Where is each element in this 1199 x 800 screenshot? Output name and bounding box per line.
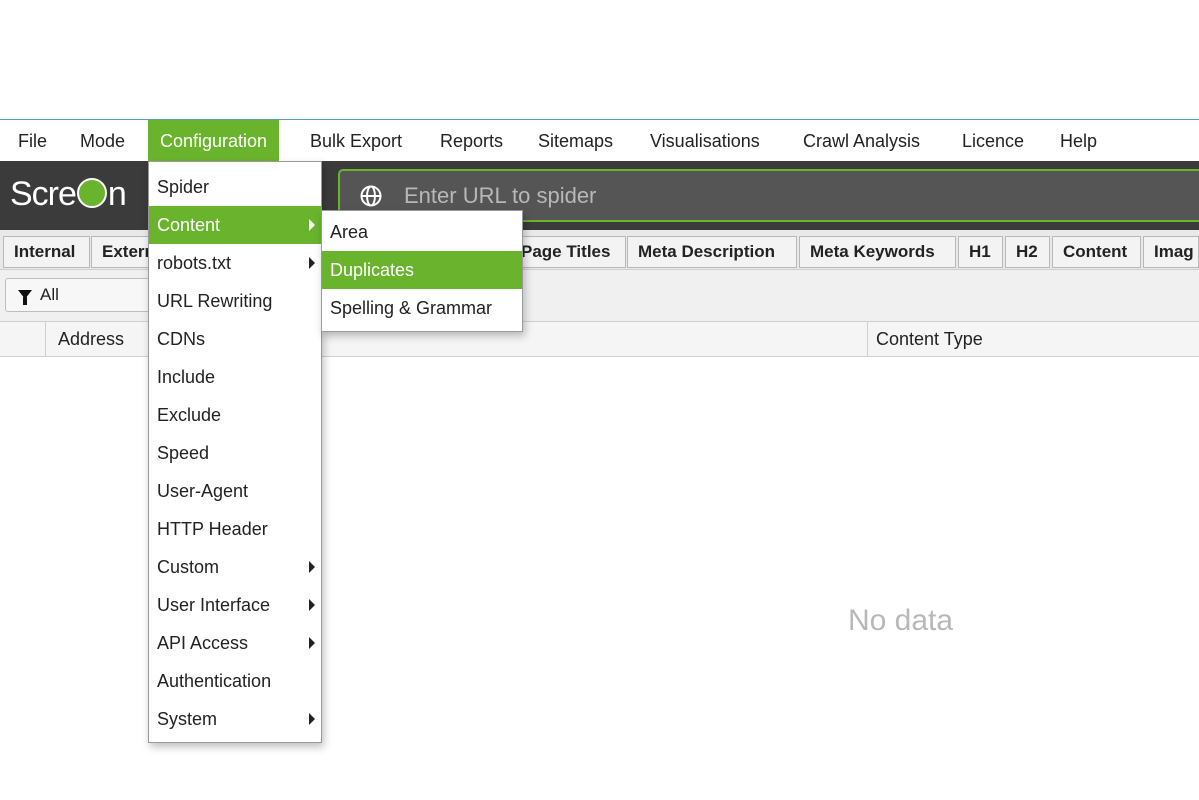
globe-icon xyxy=(360,185,382,207)
menu-item-authentication[interactable]: Authentication xyxy=(149,662,321,700)
menu-item-spider[interactable]: Spider xyxy=(149,168,321,206)
menu-item-user-agent[interactable]: User-Agent xyxy=(149,472,321,510)
menu-item-exclude[interactable]: Exclude xyxy=(149,396,321,434)
menu-item-label: Exclude xyxy=(157,405,222,425)
menu-item-label: CDNs xyxy=(157,329,205,349)
menu-item-content[interactable]: Content xyxy=(149,206,321,244)
menu-item-label: User-Agent xyxy=(157,481,249,501)
submenu-arrow-icon xyxy=(309,599,315,611)
menu-item-label: Speed xyxy=(157,443,210,463)
column-header-content-type[interactable]: Content Type xyxy=(867,322,1199,357)
menu-item-url-rewriting[interactable]: URL Rewriting xyxy=(149,282,321,320)
tab-h1[interactable]: H1 xyxy=(958,236,1003,268)
menu-file[interactable]: File xyxy=(6,120,59,162)
column-header-address[interactable]: Address xyxy=(58,322,124,357)
menu-item-label: URL Rewriting xyxy=(157,291,273,311)
menu-item-label: Content xyxy=(157,215,221,235)
column-divider xyxy=(45,322,46,357)
empty-state-text: No data xyxy=(848,604,954,637)
tab-internal[interactable]: Internal xyxy=(3,236,90,268)
menu-item-cdns[interactable]: CDNs xyxy=(149,320,321,358)
menu-item-label: HTTP Header xyxy=(157,519,268,539)
submenu-arrow-icon xyxy=(309,561,315,573)
menu-item-label: Spider xyxy=(157,177,210,197)
menu-item-label: Custom xyxy=(157,557,220,577)
logo-text-right: n xyxy=(107,175,127,213)
tab-content[interactable]: Content xyxy=(1052,236,1141,268)
menu-bar: File Mode Configuration Bulk Export Repo… xyxy=(0,119,1199,162)
menu-item-http-header[interactable]: HTTP Header xyxy=(149,510,321,548)
submenu-arrow-icon xyxy=(309,219,315,231)
submenu-arrow-icon xyxy=(309,637,315,649)
menu-crawl-analysis[interactable]: Crawl Analysis xyxy=(791,120,932,162)
menu-item-robots-txt[interactable]: robots.txt xyxy=(149,244,321,282)
configuration-menu: Spider Content robots.txt URL Rewriting … xyxy=(148,161,322,743)
menu-configuration[interactable]: Configuration xyxy=(148,120,280,162)
top-blank-area xyxy=(0,0,1199,119)
tab-h2[interactable]: H2 xyxy=(1005,236,1050,268)
filter-label: All xyxy=(40,285,59,304)
menu-item-label: User Interface xyxy=(157,595,271,615)
tab-external[interactable]: Extern xyxy=(91,236,151,268)
menu-item-api-access[interactable]: API Access xyxy=(149,624,321,662)
menu-item-label: robots.txt xyxy=(157,253,232,273)
submenu-arrow-icon xyxy=(309,713,315,725)
content-submenu: Area Duplicates Spelling & Grammar xyxy=(321,210,523,332)
menu-sitemaps[interactable]: Sitemaps xyxy=(526,120,625,162)
menu-bulk-export[interactable]: Bulk Export xyxy=(298,120,414,162)
submenu-arrow-icon xyxy=(309,257,315,269)
tab-images[interactable]: Imag xyxy=(1143,236,1199,268)
menu-item-label: Include xyxy=(157,367,216,387)
menu-item-label: API Access xyxy=(157,633,249,653)
submenu-item-duplicates[interactable]: Duplicates xyxy=(322,251,522,289)
tab-meta-description[interactable]: Meta Description xyxy=(627,236,797,268)
menu-visualisations[interactable]: Visualisations xyxy=(638,120,772,162)
url-input[interactable] xyxy=(404,181,1104,211)
submenu-item-area[interactable]: Area xyxy=(322,213,522,251)
submenu-item-spelling-grammar[interactable]: Spelling & Grammar xyxy=(322,289,522,327)
menu-item-user-interface[interactable]: User Interface xyxy=(149,586,321,624)
menu-item-system[interactable]: System xyxy=(149,700,321,738)
filter-icon xyxy=(18,290,32,305)
menu-reports[interactable]: Reports xyxy=(428,120,515,162)
menu-mode[interactable]: Mode xyxy=(68,120,137,162)
menu-item-include[interactable]: Include xyxy=(149,358,321,396)
frog-logo-icon xyxy=(76,178,107,208)
tab-meta-keywords[interactable]: Meta Keywords xyxy=(799,236,956,268)
menu-item-label: Authentication xyxy=(157,671,272,691)
menu-licence[interactable]: Licence xyxy=(950,120,1036,162)
menu-item-label: System xyxy=(157,709,218,729)
menu-help[interactable]: Help xyxy=(1048,120,1109,162)
filter-dropdown[interactable]: All xyxy=(5,278,165,312)
menu-item-custom[interactable]: Custom xyxy=(149,548,321,586)
tab-page-titles[interactable]: Page Titles xyxy=(512,236,626,268)
logo-text-left: Scre xyxy=(10,175,77,213)
app-logo: Scre n xyxy=(10,175,127,215)
menu-item-speed[interactable]: Speed xyxy=(149,434,321,472)
